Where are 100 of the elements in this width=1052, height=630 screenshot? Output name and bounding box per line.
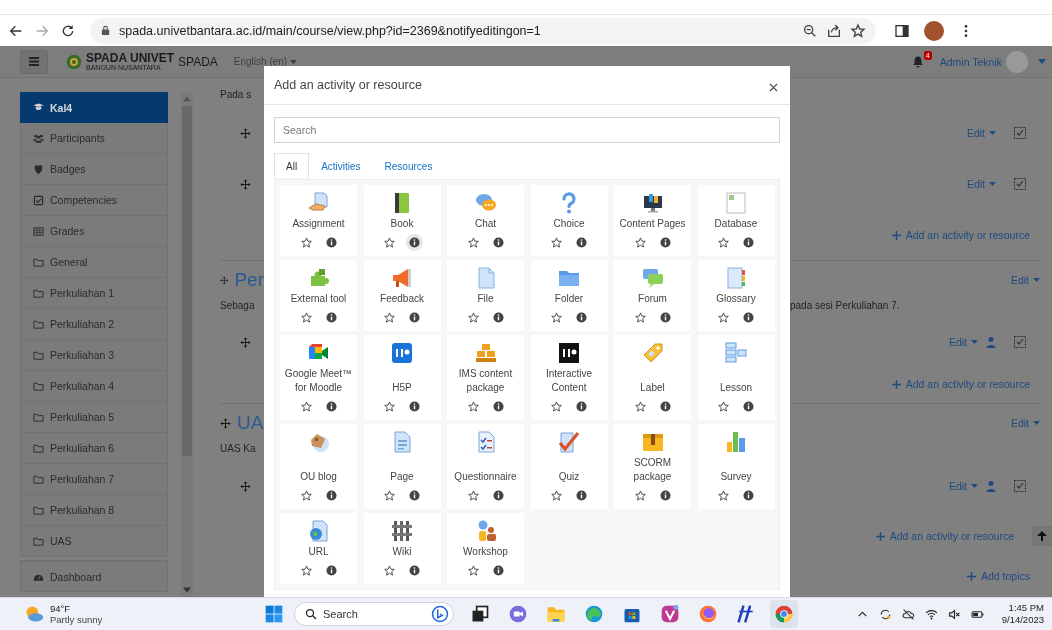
move-icon[interactable]	[240, 127, 251, 139]
module-card[interactable]: Questionnaire	[447, 424, 524, 509]
reload-icon[interactable]	[60, 22, 76, 39]
star-icon[interactable]	[715, 398, 732, 415]
windows-logo-icon[interactable]	[264, 604, 284, 624]
menu-button[interactable]	[20, 49, 48, 74]
zoom-out-icon[interactable]	[802, 22, 818, 39]
star-icon[interactable]	[715, 309, 732, 326]
address-bar[interactable]: spada.univetbantara.ac.id/main/course/view.php?id=2369&notifyeditingon=1	[90, 17, 876, 44]
module-name: Forum	[638, 292, 667, 306]
move-icon[interactable]	[220, 417, 231, 429]
move-icon[interactable]	[240, 336, 251, 348]
info-icon[interactable]	[573, 234, 590, 251]
module-name: Interactive Content	[544, 367, 594, 395]
module-card[interactable]: Folder	[530, 260, 608, 331]
star-icon[interactable]	[381, 398, 398, 415]
star-icon[interactable]	[381, 487, 398, 504]
module-card[interactable]: Database	[697, 185, 775, 256]
bell-icon[interactable]	[911, 54, 924, 68]
cloud-off-icon[interactable]	[901, 607, 915, 621]
side-panel-icon[interactable]	[894, 22, 910, 39]
table-icon	[33, 225, 44, 237]
sync-icon[interactable]	[878, 607, 892, 621]
module-card[interactable]: Page	[363, 424, 441, 509]
b-circle-icon[interactable]	[431, 605, 449, 623]
module-card[interactable]: Wiki	[363, 513, 441, 584]
move-icon[interactable]	[240, 178, 251, 190]
caret-icon	[290, 59, 298, 64]
completion-checkbox[interactable]	[1014, 480, 1026, 492]
star-icon[interactable]	[715, 487, 732, 504]
info-icon[interactable]	[740, 398, 757, 415]
star-icon[interactable]	[715, 234, 732, 251]
info-icon[interactable]	[406, 309, 423, 326]
info-icon[interactable]	[406, 487, 423, 504]
nav-item[interactable]: Kal4	[20, 92, 168, 123]
module-card[interactable]: URL	[280, 513, 357, 584]
info-icon[interactable]	[740, 309, 757, 326]
star-icon[interactable]	[548, 487, 565, 504]
clock-date[interactable]: 9/14/2023	[1001, 614, 1044, 626]
info-icon[interactable]	[406, 398, 423, 415]
info-icon[interactable]	[740, 234, 757, 251]
module-card[interactable]: H5P	[363, 335, 441, 420]
completion-checkbox[interactable]	[1014, 336, 1026, 348]
module-card[interactable]: OU blog	[280, 424, 357, 509]
profile-avatar[interactable]	[924, 20, 944, 41]
module-card[interactable]: Forum	[614, 260, 691, 331]
heart-shield-icon	[660, 604, 680, 624]
star-icon[interactable]	[548, 398, 565, 415]
module-card[interactable]: Lesson	[697, 335, 775, 420]
move-icon[interactable]	[240, 480, 251, 492]
module-card[interactable]: Google Meet™ for Moodle	[280, 335, 357, 420]
wifi-icon[interactable]	[924, 607, 938, 621]
module-card[interactable]: Assignment	[280, 185, 357, 256]
move-icon[interactable]	[220, 274, 229, 286]
module-card[interactable]: Label	[614, 335, 691, 420]
users-icon	[33, 132, 44, 144]
module-card[interactable]: External tool	[280, 260, 357, 331]
star-icon[interactable]	[381, 562, 398, 579]
star-icon[interactable]	[381, 309, 398, 326]
module-card[interactable]: Interactive Content	[530, 335, 608, 420]
module-card[interactable]: Book	[363, 185, 441, 256]
module-card[interactable]: Glossary	[697, 260, 775, 331]
tab[interactable]: Activities	[309, 153, 373, 179]
completion-checkbox[interactable]	[1014, 178, 1026, 190]
completion-checkbox[interactable]	[1014, 127, 1026, 139]
module-card[interactable]: Content Pages	[614, 185, 691, 256]
scroll-down-icon[interactable]	[183, 587, 191, 593]
info-icon[interactable]	[740, 487, 757, 504]
module-name: File	[477, 292, 494, 306]
info-icon[interactable]	[573, 487, 590, 504]
caret-icon	[1033, 278, 1040, 282]
module-card[interactable]: Feedback	[363, 260, 441, 331]
scrollbar[interactable]	[181, 92, 193, 597]
module-card[interactable]: IMS content package	[447, 335, 524, 420]
clock-time[interactable]: 1:45 PM	[1008, 602, 1044, 614]
share-icon[interactable]	[826, 22, 842, 39]
tab[interactable]: Resources	[372, 153, 445, 179]
arrow-up-icon	[1037, 531, 1047, 541]
module-card[interactable]: File	[447, 260, 524, 331]
module-card[interactable]: Workshop	[447, 513, 524, 584]
search-field[interactable]: Search	[274, 117, 780, 143]
info-icon[interactable]	[573, 309, 590, 326]
back-to-top-button[interactable]	[1032, 526, 1052, 546]
star-icon[interactable]	[850, 22, 866, 39]
module-card[interactable]: SCORM package	[614, 424, 691, 509]
module-name: Questionnaire	[454, 470, 517, 484]
star-icon[interactable]	[548, 309, 565, 326]
module-card[interactable]: Survey	[697, 424, 775, 509]
star-icon[interactable]	[548, 234, 565, 251]
info-icon[interactable]	[406, 562, 423, 579]
module-card[interactable]: Quiz	[530, 424, 608, 509]
info-icon[interactable]	[573, 398, 590, 415]
graduation-cap-icon	[33, 102, 44, 113]
star-icon[interactable]	[381, 234, 398, 251]
info-icon[interactable]	[406, 234, 423, 251]
tab[interactable]: All	[274, 153, 310, 179]
speaker-muted-icon[interactable]	[947, 607, 961, 621]
module-card[interactable]: Choice	[530, 185, 608, 256]
module-card[interactable]: Chat	[447, 185, 524, 256]
taskbar-search-button[interactable]: Search	[294, 602, 454, 626]
